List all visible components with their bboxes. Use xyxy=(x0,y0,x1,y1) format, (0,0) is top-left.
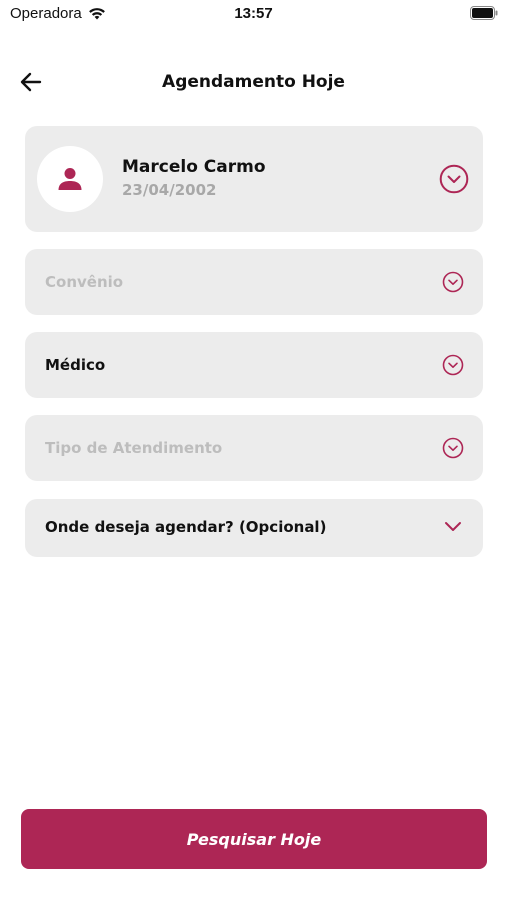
patient-name: Marcelo Carmo xyxy=(122,157,266,177)
service-type-placeholder: Tipo de Atendimento xyxy=(45,439,223,457)
insurance-select[interactable]: Convênio xyxy=(25,249,483,315)
status-bar: Operadora 13:57 xyxy=(0,0,507,30)
chevron-down-circle-icon xyxy=(442,437,464,459)
location-expander[interactable]: Onde deseja agendar? (Opcional) xyxy=(25,499,483,557)
doctor-label: Médico xyxy=(45,356,106,374)
service-type-select[interactable]: Tipo de Atendimento xyxy=(25,415,483,481)
patient-birthdate: 23/04/2002 xyxy=(122,181,217,199)
user-icon xyxy=(58,168,82,190)
chevron-down-circle-icon xyxy=(439,164,469,194)
clock: 13:57 xyxy=(234,5,273,22)
patient-selector[interactable]: Marcelo Carmo 23/04/2002 xyxy=(25,126,483,232)
chevron-down-icon xyxy=(445,522,461,531)
search-today-button[interactable]: Pesquisar Hoje xyxy=(21,809,487,869)
battery-icon xyxy=(470,6,498,20)
insurance-placeholder: Convênio xyxy=(45,273,124,291)
page-title: Agendamento Hoje xyxy=(162,72,345,92)
chevron-down-circle-icon xyxy=(442,271,464,293)
doctor-select[interactable]: Médico xyxy=(25,332,483,398)
avatar xyxy=(37,146,103,212)
chevron-down-circle-icon xyxy=(442,354,464,376)
location-label: Onde deseja agendar? (Opcional) xyxy=(45,518,327,536)
